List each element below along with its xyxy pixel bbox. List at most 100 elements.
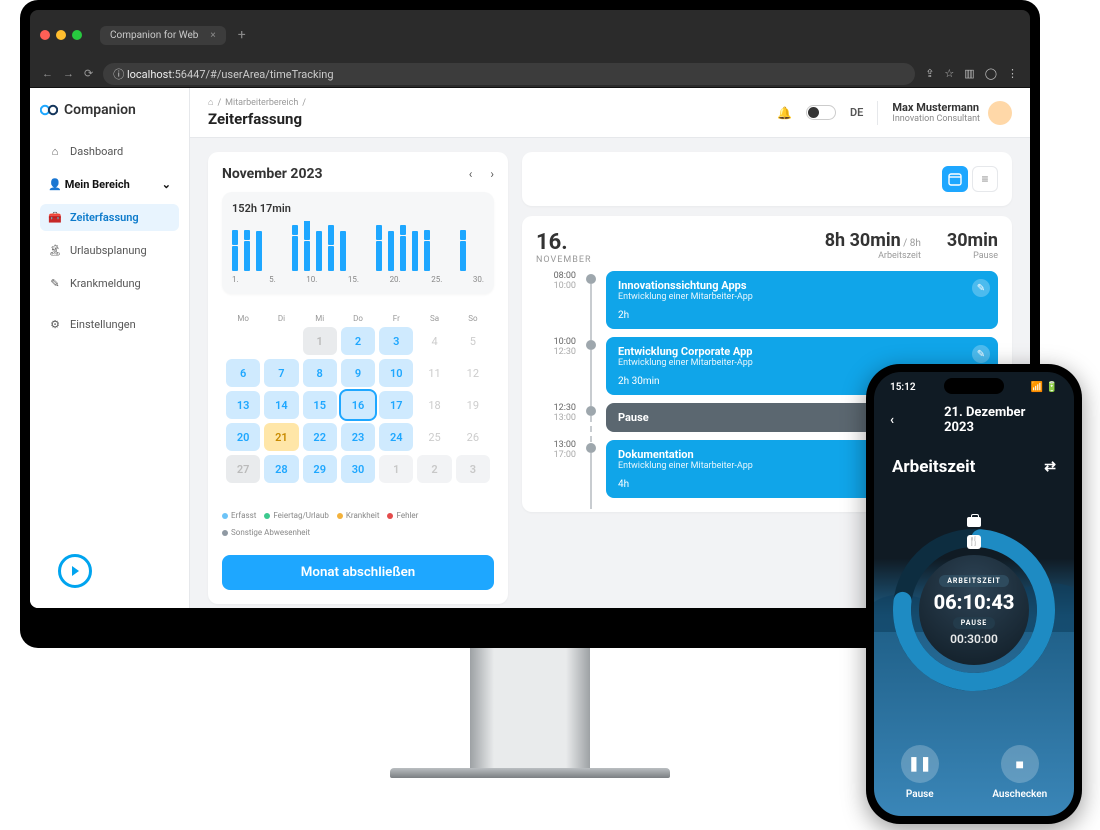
calendar-day[interactable]: 6 xyxy=(226,359,260,387)
sidebar-section-mein-bereich[interactable]: 👤 Mein Bereich ⌄ xyxy=(40,171,179,198)
calendar-day[interactable]: 15 xyxy=(303,391,337,419)
bell-icon[interactable]: 🔔 xyxy=(777,106,792,120)
day-month: NOVEMBER xyxy=(536,255,592,265)
calendar-day[interactable]: 10 xyxy=(379,359,413,387)
brand-label: Companion xyxy=(64,102,136,118)
entry-subtitle: Entwicklung einer Mitarbeiter-App xyxy=(618,292,986,302)
nav-forward-icon[interactable]: → xyxy=(63,67,74,80)
nav-reload-icon[interactable]: ⟳ xyxy=(84,67,93,80)
calendar-day[interactable]: 29 xyxy=(303,455,337,483)
user-role: Innovation Consultant xyxy=(892,114,980,124)
new-tab-button[interactable]: + xyxy=(238,27,246,43)
nav-back-icon[interactable]: ← xyxy=(42,67,53,80)
phone-device: 15:12 📶 🔋 ‹ 21. Dezember 2023 Arbeitszei… xyxy=(866,364,1082,824)
phone-date: 21. Dezember 2023 xyxy=(944,405,1058,435)
calendar-day[interactable]: 14 xyxy=(264,391,298,419)
calendar-day[interactable]: 3 xyxy=(456,455,490,483)
crumb-area[interactable]: Mitarbeiterbereich xyxy=(225,98,298,108)
day-number: 16. xyxy=(536,230,592,255)
topbar: ⌂ / Mitarbeiterbereich / Zeiterfassung 🔔… xyxy=(190,88,1030,138)
time-range: 12:3013:00 xyxy=(536,403,576,423)
timeline-dot xyxy=(586,340,596,350)
entry-title: Innovationssichtung Apps xyxy=(618,279,986,292)
calendar-day[interactable]: 3 xyxy=(379,327,413,355)
user-menu[interactable]: Max Mustermann Innovation Consultant xyxy=(877,101,1012,125)
calendar-day[interactable]: 22 xyxy=(303,423,337,451)
calendar-view-button[interactable] xyxy=(942,166,968,192)
sidebar: Companion ⌂ Dashboard 👤 Mein Bereich ⌄ 🧰… xyxy=(30,88,190,608)
calendar-day[interactable]: 13 xyxy=(226,391,260,419)
sidebar-item-label: Einstellungen xyxy=(70,318,136,331)
calendar-day[interactable]: 2 xyxy=(341,327,375,355)
theme-toggle[interactable] xyxy=(806,105,836,120)
home-icon: ⌂ xyxy=(48,145,62,158)
calendar-day: 5 xyxy=(456,327,490,355)
calendar-day[interactable]: 24 xyxy=(379,423,413,451)
calendar-day[interactable]: 17 xyxy=(379,391,413,419)
calendar-day: 25 xyxy=(417,423,451,451)
phone-pause-button[interactable]: ❚❚ Pause xyxy=(901,745,939,800)
sidebar-item-urlaubsplanung[interactable]: 🏝 Urlaubsplanung xyxy=(40,237,179,264)
phone-status-icons: 📶 🔋 xyxy=(1031,382,1058,393)
list-view-button[interactable]: ≡ xyxy=(972,166,998,192)
calendar-day[interactable]: 21 xyxy=(264,423,298,451)
browser-tab[interactable]: Companion for Web × xyxy=(100,26,226,45)
profile-icon[interactable]: ◯ xyxy=(985,67,997,80)
calendar-day[interactable]: 16 xyxy=(341,391,375,419)
window-minimize-dot[interactable] xyxy=(56,30,66,40)
calendar-legend: Erfasst Feiertag/Urlaub Krankheit Fehler… xyxy=(222,511,494,537)
menu-icon[interactable]: ⋮ xyxy=(1007,67,1018,80)
calendar-day[interactable]: 20 xyxy=(226,423,260,451)
submit-month-button[interactable]: Monat abschließen xyxy=(222,555,494,590)
home-icon[interactable]: ⌂ xyxy=(208,97,213,108)
calendar-day[interactable]: 1 xyxy=(379,455,413,483)
share-icon[interactable]: ⇪ xyxy=(925,67,934,80)
window-close-dot[interactable] xyxy=(40,30,50,40)
brand[interactable]: Companion xyxy=(40,102,179,118)
legend-sonstige: Sonstige Abwesenheit xyxy=(231,528,310,537)
window-zoom-dot[interactable] xyxy=(72,30,82,40)
swap-icon[interactable]: ⇄ xyxy=(1044,459,1056,475)
avatar xyxy=(988,101,1012,125)
phone-clock: 15:12 xyxy=(890,382,916,393)
user-name: Max Mustermann xyxy=(892,101,980,114)
pause-value: 30min xyxy=(947,230,998,251)
extensions-icon[interactable]: ▥ xyxy=(964,67,974,80)
sidebar-item-zeiterfassung[interactable]: 🧰 Zeiterfassung xyxy=(40,204,179,231)
sidebar-item-dashboard[interactable]: ⌂ Dashboard xyxy=(40,138,179,165)
calendar-day[interactable]: 28 xyxy=(264,455,298,483)
start-tracking-fab[interactable] xyxy=(58,554,92,588)
calendar-day[interactable]: 9 xyxy=(341,359,375,387)
browser-toolbar: ← → ⟳ ⓘ localhost:56447/#/userArea/timeT… xyxy=(30,60,1030,88)
tab-close-icon[interactable]: × xyxy=(210,30,215,41)
calendar-day[interactable]: 30 xyxy=(341,455,375,483)
language-switch[interactable]: DE xyxy=(850,106,863,119)
timeline-row: 08:0010:00✎Innovationssichtung AppsEntwi… xyxy=(536,271,998,329)
prev-month-button[interactable]: ‹ xyxy=(469,167,473,181)
phone-checkout-button[interactable]: ■ Auschecken xyxy=(992,745,1047,800)
pill-work: ARBEITSZEIT xyxy=(939,575,1009,587)
calendar-day[interactable]: 7 xyxy=(264,359,298,387)
sidebar-item-krankmeldung[interactable]: ✎ Krankmeldung xyxy=(40,270,179,297)
calendar-day[interactable]: 27 xyxy=(226,455,260,483)
browser-tabbar: Companion for Web × + xyxy=(30,10,1030,60)
calendar-day[interactable]: 2 xyxy=(417,455,451,483)
bookmark-icon[interactable]: ☆ xyxy=(944,67,954,80)
calendar-day[interactable]: 23 xyxy=(341,423,375,451)
hours-overview-chart: 152h 17min 1.5.10.15.20.25.30. xyxy=(222,192,494,294)
url-bar[interactable]: ⓘ localhost:56447/#/userArea/timeTrackin… xyxy=(103,63,915,85)
phone-back-icon[interactable]: ‹ xyxy=(890,413,894,428)
calendar-day[interactable]: 8 xyxy=(303,359,337,387)
timeline-dot xyxy=(586,274,596,284)
sidebar-item-einstellungen[interactable]: ⚙ Einstellungen xyxy=(40,311,179,338)
chevron-down-icon: ⌄ xyxy=(162,178,171,191)
sidebar-item-label: Krankmeldung xyxy=(70,277,141,290)
next-month-button[interactable]: › xyxy=(490,167,494,181)
calendar-day xyxy=(264,327,298,355)
calendar-day: 26 xyxy=(456,423,490,451)
phone-notch xyxy=(944,378,1004,394)
calendar-day[interactable]: 1 xyxy=(303,327,337,355)
time-entry[interactable]: ✎Innovationssichtung AppsEntwicklung ein… xyxy=(606,271,998,329)
calendar-day xyxy=(226,327,260,355)
phone-pause-label: Pause xyxy=(906,789,934,800)
